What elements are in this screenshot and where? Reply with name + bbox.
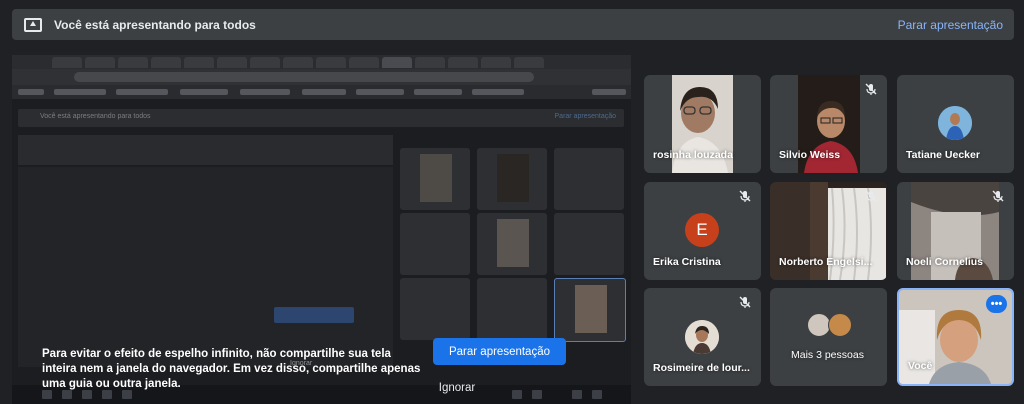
mirrored-tile [554,148,624,210]
mic-off-icon [865,83,877,95]
participant-avatar [685,320,719,354]
mirrored-address-bar [12,69,631,85]
mirrored-tile [477,213,547,275]
mirrored-presenting-message: Você está apresentando para todos [40,113,151,120]
mirrored-inner-content [18,167,393,367]
mic-off-icon [992,190,1004,202]
participant-name: Tatiane Uecker [906,149,980,161]
participant-tile[interactable]: Noeli Cornelius [897,182,1014,280]
mirrored-tile [477,278,547,340]
mirrored-tile [477,148,547,210]
more-participants-label: Mais 3 pessoas [791,349,864,361]
mirrored-browser-tabs [12,55,631,69]
participant-tile[interactable]: Norberto Engelsi... [770,182,887,280]
presenting-message: Você está apresentando para todos [54,17,256,32]
participant-tile[interactable]: Tatiane Uecker [897,75,1014,173]
participant-tile[interactable]: Silvio Weiss [770,75,887,173]
mirrored-primary-button [274,307,354,323]
participant-name: Silvio Weiss [779,149,841,161]
participant-avatar [938,106,972,140]
mic-off-icon [739,190,751,202]
mirrored-bookmarks-bar [12,85,631,99]
participant-avatar [828,313,852,337]
more-participants-tile[interactable]: Mais 3 pessoas [770,288,887,386]
participant-name: Noeli Cornelius [906,256,984,268]
self-view-tile[interactable]: ••• Você [897,288,1014,386]
participant-tile[interactable]: rosinha louzada [644,75,761,173]
participant-name: Rosimeire de lour... [653,362,750,374]
mic-off-icon [739,296,751,308]
present-to-all-icon [24,17,42,32]
more-options-icon[interactable]: ••• [986,295,1007,313]
mirrored-tile [400,278,470,340]
mirrored-tile [554,278,626,342]
participant-tile[interactable]: Rosimeire de lour... [644,288,761,386]
stop-presenting-button[interactable]: Parar apresentação [433,338,566,365]
mirrored-inner-screen [18,135,393,165]
mirrored-tile [400,213,470,275]
mirrored-presenting-banner: Você está apresentando para todos Parar … [18,109,624,127]
participant-tile[interactable]: E Erika Cristina [644,182,761,280]
ignore-button[interactable]: Ignorar [429,380,485,396]
stop-presenting-link[interactable]: Parar apresentação [898,18,1003,32]
mirrored-tile [554,213,624,275]
mic-off-icon [865,190,877,202]
mirrored-tile [400,148,470,210]
mirrored-stop-link: Parar apresentação [554,113,616,120]
participant-name: Norberto Engelsi... [779,256,873,268]
presenting-banner: Você está apresentando para todos Parar … [12,9,1014,40]
infinity-mirror-warning: Para evitar o efeito de espelho infinito… [42,348,421,390]
participant-name: rosinha louzada [653,149,733,161]
participant-name: Erika Cristina [653,256,721,268]
participant-name: Você [908,360,933,372]
participant-avatar: E [685,213,719,247]
